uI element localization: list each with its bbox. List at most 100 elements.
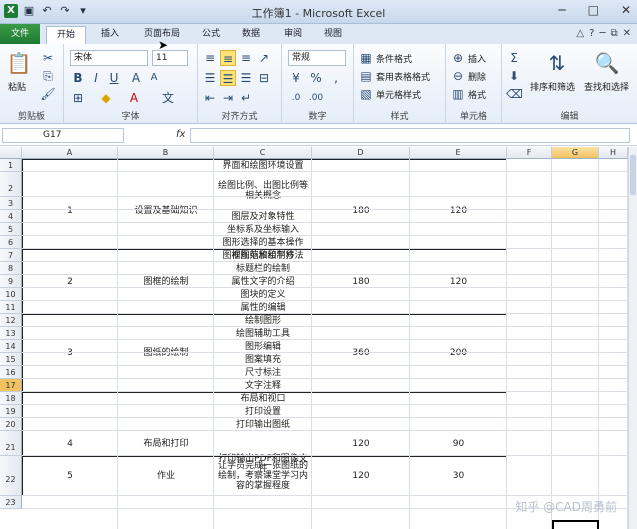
find-select-button[interactable]: 查找和选择 [584,80,629,93]
fill-icon[interactable]: ⬇ [506,68,522,84]
insert-function-icon[interactable]: fx [176,129,185,140]
font-color-icon[interactable]: A [126,90,142,106]
cell-hours-d[interactable]: 180 [312,159,410,262]
decrease-indent-icon[interactable]: ⇤ [202,90,218,106]
row-header-11[interactable]: 11 [0,301,22,314]
align-left-icon[interactable]: ☰ [202,70,218,86]
column-header-c[interactable]: C [214,147,312,159]
find-select-icon[interactable]: 🔍 [594,50,620,76]
row-header-18[interactable]: 18 [0,392,22,405]
column-header-g[interactable]: G [552,147,599,159]
select-all-corner[interactable] [0,147,22,159]
tab-insert[interactable]: 插入 [92,26,128,44]
cell-number[interactable]: 1 [22,159,118,262]
row-header-20[interactable]: 20 [0,418,22,431]
window-minimize-icon[interactable]: ─ [599,28,605,39]
wrap-text-icon[interactable]: ↵ [238,90,254,106]
font-size-select[interactable]: 11 [152,50,188,66]
row-header-17[interactable]: 17 [0,379,22,392]
worksheet-grid[interactable]: 让学员完成一张图纸的绘制，考察课堂学习内容的掌握程度 30 120 作业 5 打印输出PD… [0,147,637,529]
row-header-12[interactable]: 12 [0,314,22,327]
formula-input[interactable] [190,128,630,143]
row-header-3[interactable]: 3 [0,197,22,210]
borders-icon[interactable]: ⊞ [70,90,86,106]
increase-font-icon[interactable]: A [128,70,144,86]
insert-cells-button[interactable]: 插入 [468,52,486,65]
row-header-21[interactable]: 21 [0,431,22,456]
row-header-1[interactable]: 1 [0,159,22,172]
column-header-d[interactable]: D [312,147,410,159]
autosum-icon[interactable]: Σ [506,50,522,66]
tab-review[interactable]: 审阅 [276,26,310,44]
currency-icon[interactable]: ¥ [288,70,304,86]
italic-icon[interactable]: I [88,70,104,86]
increase-indent-icon[interactable]: ⇥ [220,90,236,106]
align-right-icon[interactable]: ☰ [238,70,254,86]
minimize-ribbon-icon[interactable]: △ [576,28,584,39]
row-header-22[interactable]: 22 [0,456,22,496]
name-box[interactable]: G17 [2,128,124,143]
align-center-icon[interactable]: ☰ [220,70,236,86]
column-header-f[interactable]: F [507,147,552,159]
cell-hours-e[interactable]: 90 [410,392,507,496]
conditional-format-button[interactable]: 条件格式 [376,52,412,65]
number-format-select[interactable]: 常规 [288,50,346,66]
column-header-e[interactable]: E [410,147,507,159]
active-cell-G17[interactable] [552,520,599,529]
cell-hours-e[interactable]: 120 [410,159,507,262]
column-header-b[interactable]: B [118,147,214,159]
increase-decimal-icon[interactable]: .0 [288,90,304,106]
decrease-font-icon[interactable]: A [146,70,162,86]
column-header-a[interactable]: A [22,147,118,159]
row-header-4[interactable]: 4 [0,210,22,223]
phonetic-icon[interactable]: 文 [160,90,176,106]
minimize-button[interactable]: ─ [558,3,565,17]
underline-icon[interactable]: U [106,70,122,86]
vertical-scrollbar[interactable] [628,147,637,529]
decrease-decimal-icon[interactable]: .00 [308,90,324,106]
cell-hours-d[interactable]: 120 [312,392,410,496]
format-cells-button[interactable]: 格式 [468,88,486,101]
cell-styles-button[interactable]: 单元格样式 [376,88,421,101]
tab-view[interactable]: 视图 [316,26,350,44]
cell-number[interactable]: 4 [22,392,118,496]
percent-icon[interactable]: % [308,70,324,86]
paste-icon[interactable]: 📋 [6,50,32,76]
delete-cells-button[interactable]: 删除 [468,70,486,83]
align-middle-icon[interactable]: ≡ [220,50,236,66]
sort-filter-button[interactable]: 排序和筛选 [530,80,575,93]
font-name-select[interactable]: 宋体 [70,50,148,66]
row-header-2[interactable]: 2 [0,172,22,197]
row-header-13[interactable]: 13 [0,327,22,340]
row-header-14[interactable]: 14 [0,340,22,353]
row-header-7[interactable]: 7 [0,249,22,262]
tab-file[interactable]: 文件 [0,24,40,44]
scrollbar-thumb[interactable] [630,155,636,195]
format-table-button[interactable]: 套用表格格式 [376,70,430,83]
cell-topic[interactable]: 打印输出PDF和图像文件 [216,431,310,496]
align-bottom-icon[interactable]: ≡ [238,50,254,66]
tab-formulas[interactable]: 公式 [194,26,228,44]
row-header-16[interactable]: 16 [0,366,22,379]
row-header-15[interactable]: 15 [0,353,22,366]
paste-button[interactable]: 粘贴 [8,80,26,93]
clear-icon[interactable]: ⌫ [506,86,523,102]
tab-data[interactable]: 数据 [234,26,268,44]
row-header-9[interactable]: 9 [0,275,22,288]
row-header-19[interactable]: 19 [0,405,22,418]
close-button[interactable]: ✕ [621,3,631,17]
maximize-button[interactable]: □ [588,3,599,17]
window-close-icon[interactable]: ✕ [623,28,631,39]
format-painter-icon[interactable]: 🖌 [40,86,56,102]
sort-filter-icon[interactable]: ⇅ [544,50,570,76]
row-header-6[interactable]: 6 [0,236,22,249]
align-top-icon[interactable]: ≡ [202,50,218,66]
window-restore-icon[interactable]: ⧉ [610,28,617,39]
row-header-8[interactable]: 8 [0,262,22,275]
merge-center-icon[interactable]: ⊟ [256,70,272,86]
bold-icon[interactable]: B [70,70,86,86]
tab-home[interactable]: 开始 [46,26,86,44]
column-header-h[interactable]: H [599,147,628,159]
row-header-23[interactable]: 23 [0,496,22,509]
orientation-icon[interactable]: ↗ [256,50,272,66]
